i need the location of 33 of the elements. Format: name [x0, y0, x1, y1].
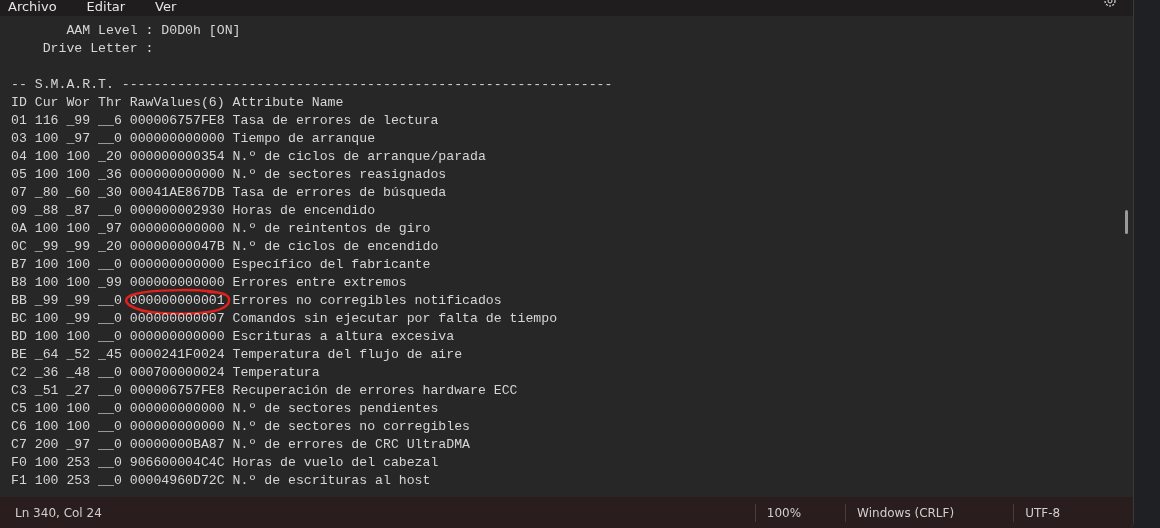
smart-row: 09 _88 _87 __0 000000002930 Horas de encendido	[11, 202, 376, 220]
smart-row: 0C _99 _99 _20 00000000047B N.º de ciclos de encendido	[11, 238, 439, 256]
menu-item[interactable]: Editar	[78, 0, 134, 15]
zoom-level: 100%	[765, 505, 802, 520]
smart-row: 05 100 100 _36 000000000000 N.º de sectores reasignados	[11, 166, 447, 184]
menu-item[interactable]: Archivo	[0, 0, 65, 15]
smart-row: C5 100 100 __0 000000000000 N.º de sectores pendientes	[11, 400, 439, 418]
encoding: UTF-8	[1024, 505, 1061, 520]
smart-row: BD 100 100 __0 000000000000 Escrituras a altura excesiva	[11, 328, 455, 346]
smart-row: BE _64 _52 _45 0000241F0024 Temperatura del flujo de aire	[11, 346, 463, 364]
text-line: AAM Level : D0D0h [ON]	[65, 22, 241, 40]
smart-row: 01 116 _99 __6 000006757FE8 Tasa de errores de lectura	[11, 112, 439, 130]
scrollbar-thumb[interactable]	[1125, 210, 1128, 234]
smart-row: BB _99 _99 __0 000000000001 Errores no corregibles notificados	[11, 292, 502, 310]
line-ending: Windows (CRLF)	[856, 505, 955, 520]
smart-row: C3 _51 _27 __0 000006757FE8 Recuperación de errores hardware ECC	[11, 382, 518, 400]
text-line: ID Cur Wor Thr RawValues(6) Attribute Name	[11, 94, 344, 112]
smart-row: 04 100 100 _20 000000000354 N.º de ciclos de arranque/parada	[11, 148, 486, 166]
smart-row: 0A 100 100 _97 000000000000 N.º de reintentos de giro	[11, 220, 431, 238]
menu-item[interactable]: Ver	[147, 0, 185, 15]
smart-row: C7 200 _97 __0 00000000BA87 N.º de errores de CRC UltraDMA	[11, 436, 470, 454]
smart-row: 07 _80 _60 _30 00041AE867DB Tasa de errores de búsqueda	[11, 184, 447, 202]
smart-row: F0 100 253 __0 906600004C4C Horas de vuelo del cabezal	[11, 454, 439, 472]
smart-row: C2 _36 _48 __0 000700000024 Temperatura	[11, 364, 320, 382]
smart-row: B7 100 100 __0 000000000000 Específico del fabricante	[11, 256, 431, 274]
text-line: Drive Letter :	[41, 40, 154, 58]
smart-row: F1 100 253 __0 00004960D72C N.º de escrituras al host	[11, 472, 431, 490]
text-line: -- S.M.A.R.T. --------------------------------------------------------------	[11, 76, 613, 94]
smart-row: 03 100 _97 __0 000000000000 Tiempo de arranque	[11, 130, 376, 148]
smart-row: C6 100 100 __0 000000000000 N.º de sectores no corregibles	[11, 418, 470, 436]
smart-row: BC 100 _99 __0 000000000007 Comandos sin ejecutar por falta de tiempo	[11, 310, 558, 328]
smart-row: B8 100 100 _99 000000000000 Errores entre extremos	[11, 274, 407, 292]
cursor-position: Ln 340, Col 24	[14, 505, 102, 520]
